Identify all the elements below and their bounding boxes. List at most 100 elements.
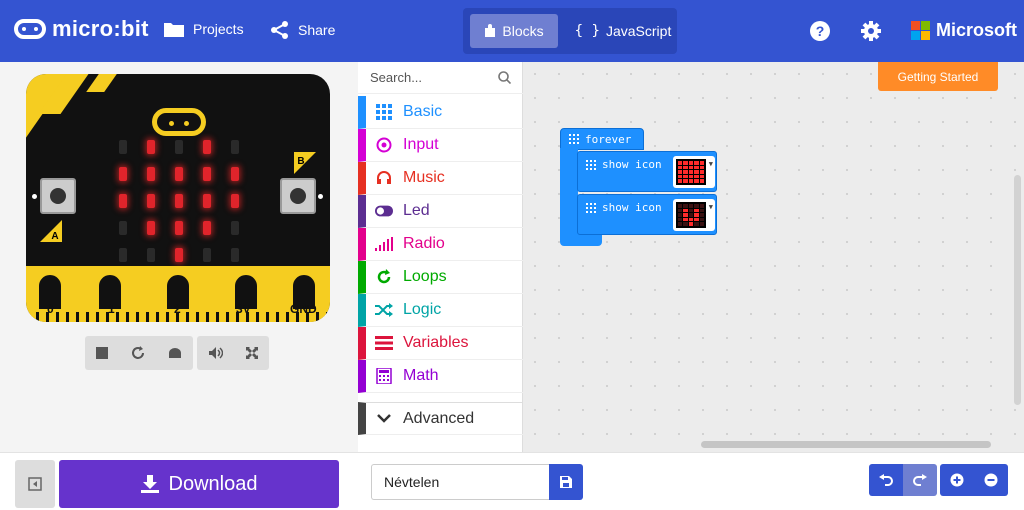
led: [203, 140, 211, 154]
undo-button[interactable]: [869, 464, 903, 496]
toolbox-category-led[interactable]: Led: [358, 195, 523, 228]
grid-icon: [375, 104, 393, 120]
led: [175, 221, 183, 235]
icon-pixel: [694, 217, 699, 222]
microbit-simulator[interactable]: A B 0 1 2 3V GND: [26, 74, 330, 322]
show-icon-block[interactable]: show icon ▼: [577, 194, 717, 235]
redo-icon: [913, 474, 927, 486]
blocks-workspace[interactable]: [523, 62, 1024, 452]
vertical-scrollbar[interactable]: [1014, 175, 1021, 405]
toolbox-category-radio[interactable]: Radio: [358, 228, 523, 261]
share-button[interactable]: Share: [270, 20, 335, 40]
icon-pixel: [688, 174, 694, 179]
gear-icon[interactable]: [861, 21, 881, 41]
toolbox-advanced[interactable]: Advanced: [358, 402, 523, 435]
toolbox-category-music[interactable]: Music: [358, 162, 523, 195]
fullscreen-icon[interactable]: [245, 347, 258, 359]
horizontal-scrollbar[interactable]: [701, 441, 991, 448]
icon-pixel: [678, 204, 683, 208]
toolbox-category-input[interactable]: Input: [358, 129, 523, 162]
top-bar: micro:bit Projects Share Blocks { } Java…: [0, 0, 1024, 62]
tab-javascript[interactable]: { } JavaScript: [573, 14, 673, 48]
search-icon[interactable]: [498, 71, 511, 84]
show-icon-block-label: show icon: [586, 158, 662, 171]
save-icon: [560, 476, 572, 488]
toolbox-category-label: Input: [403, 136, 439, 153]
toolbox-category-math[interactable]: Math: [358, 360, 523, 393]
icon-pixel: [699, 161, 704, 165]
icon-picker[interactable]: ▼: [673, 199, 715, 231]
lines-icon: [375, 336, 393, 350]
restart-icon[interactable]: [131, 346, 145, 360]
zoom-out-icon: [984, 473, 998, 487]
zoom-in-button[interactable]: [940, 464, 974, 496]
redo-button[interactable]: [903, 464, 937, 496]
icon-picker[interactable]: ▼: [673, 156, 715, 188]
led: [203, 248, 211, 262]
forever-label: forever: [585, 132, 632, 146]
zoom-in-icon: [950, 473, 964, 487]
calculator-icon: [375, 368, 393, 384]
pin-label: 2: [174, 302, 181, 316]
download-button[interactable]: Download: [59, 460, 339, 508]
icon-pixel: [699, 222, 704, 226]
led: [147, 248, 155, 262]
toolbox-category-label: Loops: [403, 268, 447, 285]
led: [147, 221, 155, 235]
getting-started-button[interactable]: Getting Started: [878, 62, 998, 91]
zoom-out-button[interactable]: [974, 464, 1008, 496]
simulator-controls: [85, 336, 193, 370]
collapse-simulator-button[interactable]: [15, 460, 55, 508]
button-a[interactable]: [40, 178, 76, 214]
stop-icon[interactable]: [96, 347, 109, 359]
icon-pixel: [694, 179, 699, 183]
icon-preview: [676, 202, 706, 228]
headphones-icon: [375, 170, 393, 186]
microbit-logo[interactable]: micro:bit: [14, 16, 149, 42]
show-icon-block[interactable]: show icon ▼: [577, 151, 717, 192]
icon-pixel: [683, 161, 688, 165]
sound-icon[interactable]: [208, 347, 223, 359]
icon-pixel: [688, 161, 694, 165]
led: [119, 140, 127, 154]
save-button[interactable]: [549, 464, 583, 500]
icon-pixel: [694, 165, 699, 170]
forever-block[interactable]: forever: [560, 128, 644, 150]
led: [175, 167, 183, 181]
led: [147, 194, 155, 208]
search-input[interactable]: Search...: [370, 70, 422, 85]
icon-pixel: [688, 222, 694, 226]
help-icon[interactable]: ?: [810, 21, 830, 41]
pin-label: 0: [47, 302, 54, 316]
slow-motion-icon[interactable]: [168, 347, 182, 359]
svg-text:?: ?: [816, 23, 825, 39]
icon-pixel: [678, 179, 683, 183]
icon-pixel: [694, 161, 699, 165]
projects-button[interactable]: Projects: [163, 20, 244, 38]
icon-pixel: [699, 174, 704, 179]
button-b[interactable]: [280, 178, 316, 214]
microsoft-logo[interactable]: Microsoft: [911, 20, 1017, 41]
toolbox-category-label: Basic: [403, 103, 443, 120]
icon-pixel: [678, 222, 683, 226]
project-name-input[interactable]: [371, 464, 549, 500]
tab-blocks[interactable]: Blocks: [470, 14, 558, 48]
tab-blocks-label: Blocks: [502, 23, 544, 39]
led: [119, 248, 127, 262]
toolbox-category-loops[interactable]: Loops: [358, 261, 523, 294]
icon-pixel: [678, 174, 683, 179]
led: [119, 194, 127, 208]
undo-icon: [879, 474, 893, 486]
icon-pixel: [699, 165, 704, 170]
led: [231, 248, 239, 262]
icon-pixel: [678, 170, 683, 174]
toolbox-search[interactable]: Search...: [358, 62, 523, 94]
icon-pixel: [694, 170, 699, 174]
icon-pixel: [683, 222, 688, 226]
toolbox-category-variables[interactable]: Variables: [358, 327, 523, 360]
toolbox-category-logic[interactable]: Logic: [358, 294, 523, 327]
led: [231, 194, 239, 208]
toolbox-category-basic[interactable]: Basic: [358, 96, 523, 129]
download-label: Download: [168, 472, 258, 495]
icon-pixel: [688, 208, 694, 213]
